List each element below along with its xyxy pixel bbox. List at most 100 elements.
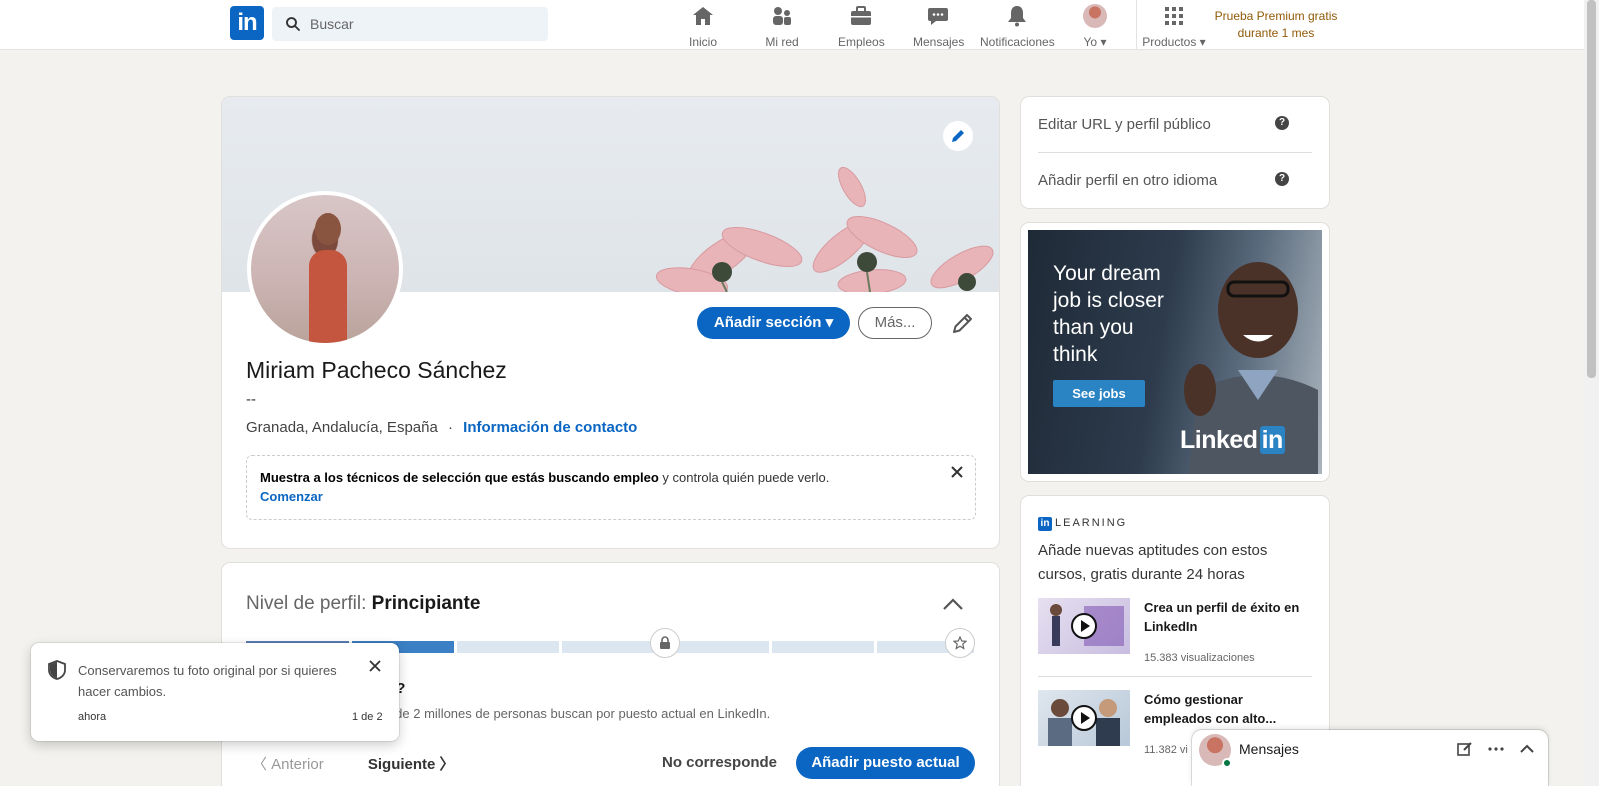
profile-name: Miriam Pacheco Sánchez	[246, 357, 507, 383]
start-link[interactable]: Comenzar	[260, 489, 323, 504]
linkedin-wordmark: Linked in	[1180, 426, 1285, 455]
search-box[interactable]	[272, 7, 548, 41]
question-subtext: más de 2 millones de personas buscan por…	[367, 706, 771, 721]
messaging-title: Mensajes	[1239, 741, 1299, 757]
more-button[interactable]: Más...	[858, 307, 932, 339]
add-position-button[interactable]: Añadir puesto actual	[796, 747, 975, 779]
profile-location-row: Granada, Andalucía, España · Información…	[246, 419, 637, 436]
course-views: 11.382 vi	[1144, 744, 1188, 756]
next-button[interactable]: Siguiente 〉	[368, 756, 455, 773]
nav-home-label: Inicio	[688, 35, 717, 49]
chevron-up-icon[interactable]	[1518, 740, 1536, 758]
not-applicable-button[interactable]: No corresponde	[662, 754, 777, 771]
add-section-button[interactable]: Añadir sección ▾	[697, 307, 850, 339]
contact-info-link[interactable]: Información de contacto	[463, 419, 637, 436]
course-item[interactable]: Crea un perfil de éxito en LinkedIn 15.3…	[1038, 598, 1318, 678]
play-icon	[1071, 705, 1097, 731]
close-icon[interactable]	[949, 464, 965, 480]
nav-notifications[interactable]: Notificaciones	[980, 4, 1055, 49]
course-views: 15.383 visualizaciones	[1144, 652, 1255, 664]
course-thumbnail	[1038, 690, 1130, 746]
lock-milestone	[650, 628, 680, 658]
network-icon	[773, 7, 791, 25]
scrollbar[interactable]	[1584, 0, 1599, 786]
nav-jobs[interactable]: Empleos	[838, 4, 885, 49]
chevron-right-icon: 〉	[435, 756, 455, 773]
notice-bold-text: Muestra a los técnicos de selección que …	[260, 470, 659, 485]
course-thumbnail	[1038, 598, 1130, 654]
edit-intro-pencil-icon[interactable]	[951, 311, 975, 335]
help-icon[interactable]: ?	[1275, 172, 1289, 186]
profile-photo[interactable]	[247, 191, 403, 347]
notice-text: y controla quién puede verlo.	[658, 470, 830, 485]
caret-down-icon: ▾	[1196, 35, 1206, 49]
nav-me-label: Yo	[1083, 35, 1098, 49]
play-icon	[1071, 613, 1097, 639]
add-section-label: Añadir sección	[713, 314, 822, 331]
bell-icon	[1008, 6, 1026, 27]
add-language-profile-link[interactable]: Añadir perfil en otro idioma	[1038, 172, 1217, 189]
nav-products-label: Productos	[1142, 35, 1197, 49]
ad-headline: Your dream job is closer than you think	[1053, 262, 1164, 366]
premium-link[interactable]: Prueba Premium gratis durante 1 mes	[1212, 8, 1340, 42]
chevron-left-icon: 〈	[252, 756, 272, 773]
close-icon[interactable]	[368, 659, 382, 673]
grid-icon	[1165, 7, 1183, 25]
shield-icon	[48, 660, 66, 680]
jobs-advertisement[interactable]: Your dream job is closer than you think …	[1028, 230, 1322, 474]
more-options-icon[interactable]	[1487, 740, 1505, 758]
scrollbar-thumb[interactable]	[1587, 0, 1596, 378]
briefcase-icon	[851, 6, 871, 25]
lock-icon	[660, 636, 670, 649]
nav-messaging-label: Mensajes	[913, 35, 965, 49]
learning-label: LEARNING	[1055, 517, 1128, 529]
nav-me[interactable]: Yo ▾	[1080, 4, 1110, 49]
ad-card: Your dream job is closer than you think …	[1021, 223, 1329, 481]
open-to-work-notice: Muestra a los técnicos de selección que …	[246, 455, 976, 520]
nav-notifications-label: Notificaciones	[980, 35, 1055, 49]
profile-location: Granada, Andalucía, España	[246, 419, 438, 436]
search-input[interactable]	[310, 7, 540, 41]
level-value: Principiante	[371, 593, 481, 614]
premium-line2: durante 1 mes	[1237, 26, 1315, 40]
chevron-up-icon[interactable]	[942, 597, 964, 611]
learning-header: in LEARNING	[1038, 517, 1127, 531]
linkedin-logo[interactable]: in	[230, 6, 264, 40]
edit-url-link[interactable]: Editar URL y perfil público	[1038, 116, 1211, 133]
separator-dot: ·	[447, 419, 453, 436]
see-jobs-button[interactable]: See jobs	[1053, 380, 1145, 407]
brand-linked: Linked	[1180, 426, 1258, 454]
level-prefix: Nivel de perfil:	[246, 593, 372, 614]
pencil-icon	[952, 130, 964, 142]
toast-time: ahora	[78, 711, 107, 723]
toast-count: 1 de 2	[352, 711, 383, 723]
previous-button[interactable]: 〈 Anterior	[252, 756, 324, 773]
premium-line1: Prueba Premium gratis	[1214, 9, 1338, 23]
photo-toast: Conservaremos tu foto original por si qu…	[31, 643, 399, 741]
learning-description: Añade nuevas aptitudes con estos cursos,…	[1038, 542, 1268, 583]
brand-in: in	[1259, 426, 1285, 454]
divider	[1038, 676, 1312, 677]
star-milestone	[945, 628, 975, 658]
previous-label: Anterior	[271, 756, 324, 773]
nav-divider	[1136, 0, 1137, 50]
profile-top-card: Añadir sección ▾ Más... Miriam Pacheco S…	[222, 97, 999, 548]
caret-down-icon: ▾	[1097, 35, 1107, 49]
pager: 〈 Anterior Siguiente 〉	[252, 753, 455, 774]
profile-headline: --	[246, 391, 256, 408]
nav-network-label: Mi red	[765, 35, 799, 49]
online-status-icon	[1222, 758, 1232, 768]
nav-home[interactable]: Inicio	[686, 4, 720, 49]
profile-level-title: Nivel de perfil: Principiante	[246, 593, 480, 615]
public-profile-card: Editar URL y perfil público ? Añadir per…	[1021, 97, 1329, 208]
star-icon	[953, 636, 967, 650]
nav-network[interactable]: Mi red	[762, 4, 802, 49]
nav-messaging[interactable]: Mensajes	[913, 4, 965, 49]
edit-banner-button[interactable]	[943, 121, 973, 151]
nav-products[interactable]: Productos ▾	[1140, 4, 1208, 49]
compose-icon[interactable]	[1456, 740, 1474, 758]
toast-message: Conservaremos tu foto original por si qu…	[78, 663, 337, 699]
help-icon[interactable]: ?	[1275, 116, 1289, 130]
messaging-overlay[interactable]: Mensajes	[1192, 730, 1548, 786]
course-title: Crea un perfil de éxito en LinkedIn	[1144, 600, 1300, 634]
